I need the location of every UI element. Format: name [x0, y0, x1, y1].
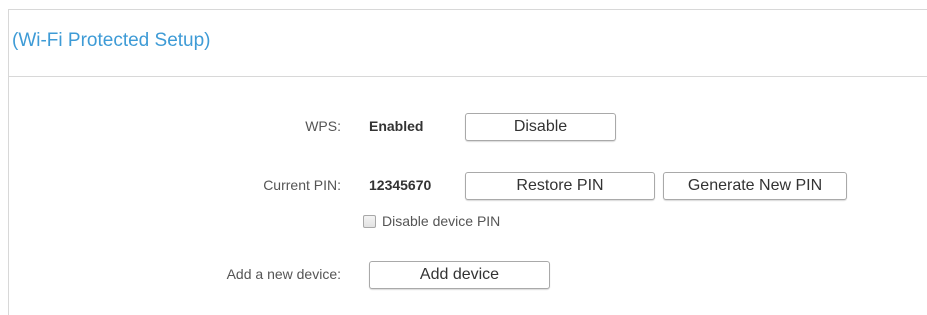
section-header: (Wi-Fi Protected Setup): [9, 10, 927, 77]
disable-wps-button[interactable]: Disable: [465, 113, 616, 141]
add-device-button[interactable]: Add device: [369, 261, 550, 289]
add-device-label: Add a new device:: [226, 266, 341, 282]
wps-status: Enabled: [369, 118, 424, 134]
section-title: (Wi-Fi Protected Setup): [12, 30, 211, 51]
current-pin-value: 12345670: [369, 177, 432, 193]
disable-device-pin-option[interactable]: Disable device PIN: [363, 213, 500, 229]
disable-device-pin-checkbox[interactable]: [363, 214, 376, 228]
disable-device-pin-label[interactable]: Disable device PIN: [382, 213, 500, 229]
generate-new-pin-button[interactable]: Generate New PIN: [663, 172, 847, 200]
current-pin-label: Current PIN:: [263, 177, 341, 193]
restore-pin-button[interactable]: Restore PIN: [465, 172, 655, 200]
wps-label: WPS:: [305, 118, 341, 134]
